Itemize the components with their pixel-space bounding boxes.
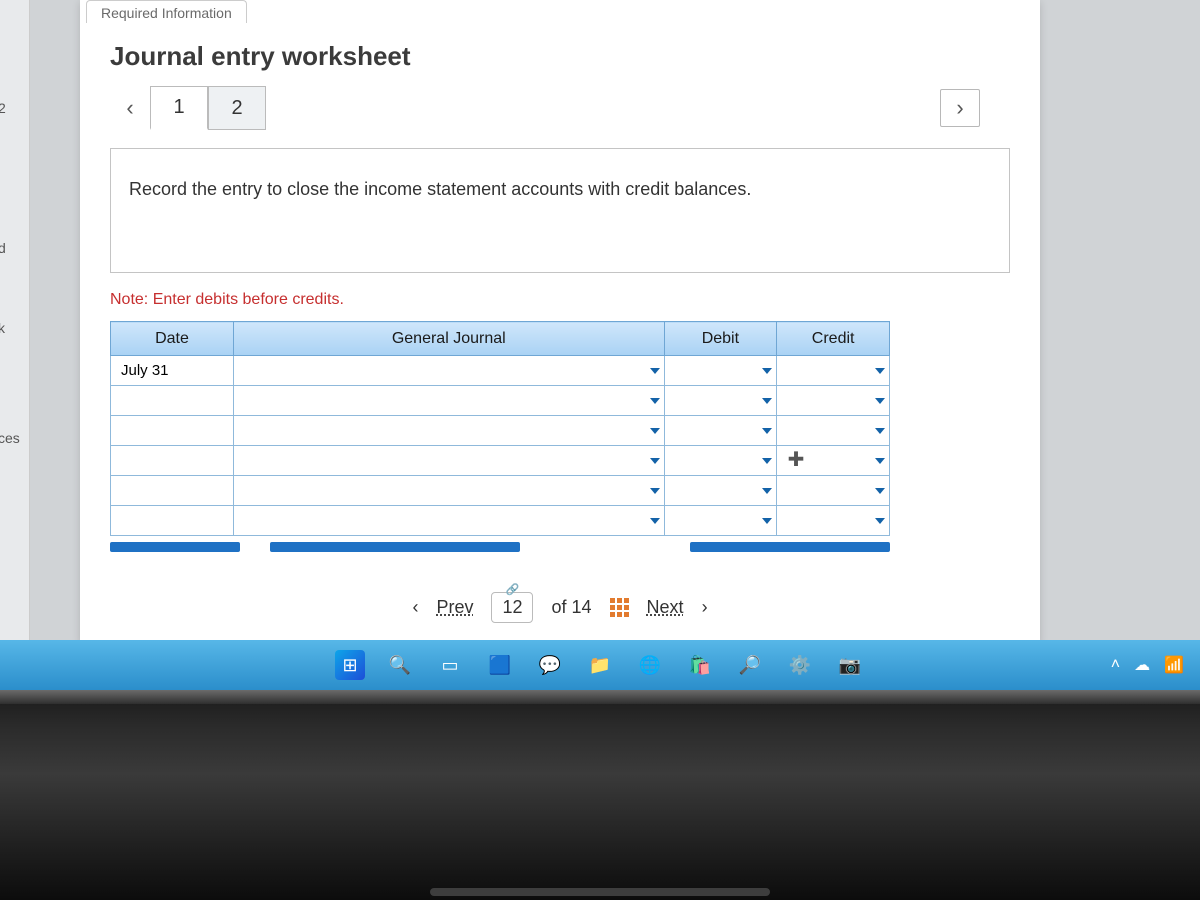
grid-icon[interactable]: [610, 598, 629, 617]
step-tab-2[interactable]: 2: [208, 86, 266, 130]
cell-date[interactable]: [111, 476, 234, 506]
step-prev-button[interactable]: ‹: [110, 89, 150, 127]
wifi-icon[interactable]: 📶: [1164, 655, 1184, 675]
journal-grid: Date General Journal Debit Credit July 3…: [110, 321, 1010, 552]
start-icon[interactable]: ⊞: [335, 650, 365, 680]
cell-credit[interactable]: [777, 506, 890, 536]
cell-date[interactable]: [111, 386, 234, 416]
step-next-button[interactable]: ›: [940, 89, 980, 127]
cell-debit[interactable]: [664, 506, 777, 536]
cell-debit[interactable]: [664, 416, 777, 446]
cell-debit[interactable]: [664, 446, 777, 476]
cell-date[interactable]: [111, 506, 234, 536]
cell-credit[interactable]: [777, 416, 890, 446]
edge-icon[interactable]: 🌐: [635, 650, 665, 680]
laptop-chassis: [0, 690, 1200, 900]
windows-taskbar: ⊞ 🔍 ▭ 🟦 💬 📁 🌐 🛍️ 🔎 ⚙️ 📷 ˄ ☁ 📶: [0, 640, 1200, 690]
system-tray[interactable]: ˄ ☁ 📶: [1111, 655, 1184, 675]
cell-credit[interactable]: [777, 446, 890, 476]
cell-debit[interactable]: [664, 476, 777, 506]
page-of-label: of 14: [551, 597, 591, 618]
journal-table: Date General Journal Debit Credit July 3…: [110, 321, 890, 536]
step-tabs-row: ‹ 1 2 ›: [80, 86, 1040, 130]
taskview-icon[interactable]: ▭: [435, 650, 465, 680]
step-tab-1[interactable]: 1: [150, 86, 208, 130]
col-header-date: Date: [111, 322, 234, 356]
store-icon[interactable]: 🛍️: [685, 650, 715, 680]
cell-general-journal[interactable]: [234, 386, 665, 416]
col-header-general-journal: General Journal: [234, 322, 665, 356]
settings-icon[interactable]: ⚙️: [785, 650, 815, 680]
file-explorer-icon[interactable]: 📁: [585, 650, 615, 680]
cell-general-journal[interactable]: [234, 476, 665, 506]
laptop-hinge: [0, 690, 1200, 704]
cell-debit[interactable]: [664, 386, 777, 416]
cell-date[interactable]: [111, 446, 234, 476]
table-row: [111, 386, 890, 416]
cell-general-journal[interactable]: [234, 446, 665, 476]
col-header-debit: Debit: [664, 322, 777, 356]
table-row: [111, 416, 890, 446]
col-header-credit: Credit: [777, 322, 890, 356]
cloud-icon[interactable]: ☁: [1134, 655, 1150, 675]
magnifier-icon[interactable]: 🔎: [735, 650, 765, 680]
cell-credit[interactable]: [777, 476, 890, 506]
chevron-left-icon: ‹: [412, 597, 418, 618]
widgets-icon[interactable]: 🟦: [485, 650, 515, 680]
required-info-tab[interactable]: Required Information: [86, 0, 247, 23]
table-row: [111, 506, 890, 536]
cell-general-journal[interactable]: [234, 356, 665, 386]
rail-frag: ces: [0, 430, 20, 446]
instruction-box: Record the entry to close the income sta…: [110, 148, 1010, 273]
chat-icon[interactable]: 💬: [535, 650, 565, 680]
chevron-up-icon[interactable]: ˄: [1111, 656, 1120, 674]
cell-date[interactable]: July 31: [111, 356, 234, 386]
grid-scroll-indicator: [110, 542, 890, 552]
prev-link[interactable]: Prev: [436, 597, 473, 618]
rail-frag: 2: [0, 100, 6, 116]
worksheet-panel: Required Information Journal entry works…: [80, 0, 1040, 643]
table-row: [111, 446, 890, 476]
cell-general-journal[interactable]: [234, 506, 665, 536]
table-row: [111, 476, 890, 506]
cell-date[interactable]: [111, 416, 234, 446]
chevron-right-icon: ›: [702, 597, 708, 618]
page-title: Journal entry worksheet: [80, 23, 1040, 86]
laptop-touchpad-edge: [430, 888, 770, 896]
note-text: Note: Enter debits before credits.: [110, 291, 1040, 309]
page-current[interactable]: 12: [491, 592, 533, 623]
rail-frag: d: [0, 240, 6, 256]
cell-general-journal[interactable]: [234, 416, 665, 446]
next-link[interactable]: Next: [647, 597, 684, 618]
rail-frag: k: [0, 320, 5, 336]
cell-debit[interactable]: [664, 356, 777, 386]
table-row: July 31: [111, 356, 890, 386]
pager: ‹ Prev 12 of 14 Next ›: [80, 592, 1040, 623]
search-icon[interactable]: 🔍: [385, 650, 415, 680]
camera-icon[interactable]: 📷: [835, 650, 865, 680]
cell-credit[interactable]: [777, 356, 890, 386]
cell-credit[interactable]: [777, 386, 890, 416]
